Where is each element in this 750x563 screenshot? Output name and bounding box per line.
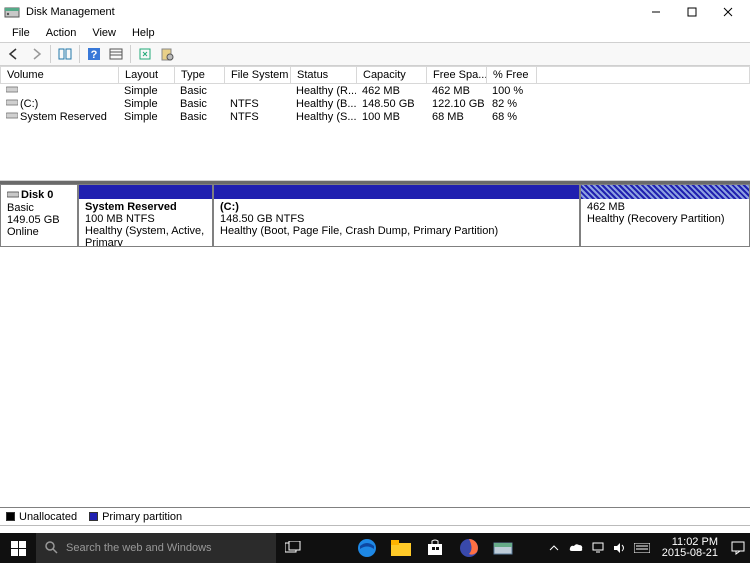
volume-name: System Reserved — [20, 111, 107, 123]
clock[interactable]: 11:02 PM 2015-08-21 — [656, 537, 724, 559]
col-pctfree[interactable]: % Free — [487, 67, 537, 84]
forward-button[interactable] — [26, 44, 46, 64]
store-icon[interactable] — [418, 533, 452, 563]
window-controls — [638, 0, 746, 24]
start-button[interactable] — [0, 533, 36, 563]
col-freespace[interactable]: Free Spa... — [427, 67, 487, 84]
maximize-button[interactable] — [674, 0, 710, 24]
back-button[interactable] — [4, 44, 24, 64]
col-layout[interactable]: Layout — [119, 67, 175, 84]
menu-view[interactable]: View — [84, 25, 124, 41]
disk-header[interactable]: Disk 0 Basic 149.05 GB Online — [0, 184, 78, 247]
table-row[interactable]: Simple Basic Healthy (R... 462 MB 462 MB… — [0, 84, 750, 97]
properties-icon[interactable] — [157, 44, 177, 64]
disk-type: Basic — [7, 202, 71, 214]
partition-system-reserved[interactable]: System Reserved 100 MB NTFS Healthy (Sys… — [78, 184, 213, 247]
tray-chevron-up-icon[interactable] — [546, 540, 562, 556]
task-view-button[interactable] — [276, 533, 310, 563]
col-blank — [537, 67, 750, 84]
action-center-icon[interactable] — [730, 540, 746, 556]
legend-unallocated: Unallocated — [6, 511, 77, 523]
legend: Unallocated Primary partition — [0, 507, 750, 525]
partition-c[interactable]: (C:) 148.50 GB NTFS Healthy (Boot, Page … — [213, 184, 580, 247]
search-box[interactable]: Search the web and Windows — [36, 533, 276, 563]
drive-icon — [6, 84, 20, 97]
disk-map: Disk 0 Basic 149.05 GB Online System Res… — [0, 181, 750, 247]
toolbar-separator — [50, 45, 51, 63]
show-hide-console-icon[interactable] — [55, 44, 75, 64]
window-frame-bottom — [0, 525, 750, 533]
refresh-icon[interactable] — [135, 44, 155, 64]
app-icon — [4, 4, 20, 20]
col-fs[interactable]: File System — [225, 67, 291, 84]
title-bar: Disk Management — [0, 0, 750, 24]
volume-list: Volume Layout Type File System Status Ca… — [0, 66, 750, 181]
disk-label: Disk 0 — [21, 189, 53, 201]
file-explorer-icon[interactable] — [384, 533, 418, 563]
window-title: Disk Management — [26, 6, 638, 18]
volume-name: (C:) — [20, 98, 38, 110]
search-placeholder: Search the web and Windows — [66, 542, 212, 554]
partition-stripe — [581, 185, 749, 199]
disk-size: 149.05 GB — [7, 214, 71, 226]
disk-management-taskbar-icon[interactable] — [486, 533, 520, 563]
menu-action[interactable]: Action — [38, 25, 85, 41]
drive-icon — [6, 110, 20, 123]
toolbar-separator — [130, 45, 131, 63]
tray-network-icon[interactable] — [590, 540, 606, 556]
empty-disk-area — [0, 247, 750, 507]
disk-icon — [7, 189, 19, 202]
toolbar: ? — [0, 42, 750, 66]
col-volume[interactable]: Volume — [1, 67, 119, 84]
clock-date: 2015-08-21 — [662, 548, 718, 559]
firefox-icon[interactable] — [452, 533, 486, 563]
disk-state: Online — [7, 226, 71, 238]
partition-recovery[interactable]: 462 MB Healthy (Recovery Partition) — [580, 184, 750, 247]
col-status[interactable]: Status — [291, 67, 357, 84]
tray-onedrive-icon[interactable] — [568, 540, 584, 556]
tray-keyboard-icon[interactable] — [634, 540, 650, 556]
edge-icon[interactable] — [350, 533, 384, 563]
settings-panel-icon[interactable] — [106, 44, 126, 64]
col-capacity[interactable]: Capacity — [357, 67, 427, 84]
table-header-row: Volume Layout Type File System Status Ca… — [1, 67, 750, 84]
partition-stripe — [79, 185, 212, 199]
col-type[interactable]: Type — [175, 67, 225, 84]
partition-stripe — [214, 185, 579, 199]
menu-bar: File Action View Help — [0, 24, 750, 42]
tray-volume-icon[interactable] — [612, 540, 628, 556]
svg-text:?: ? — [91, 49, 98, 61]
search-icon — [44, 540, 58, 557]
legend-primary: Primary partition — [89, 511, 182, 523]
minimize-button[interactable] — [638, 0, 674, 24]
help-icon[interactable]: ? — [84, 44, 104, 64]
close-button[interactable] — [710, 0, 746, 24]
table-row[interactable]: System Reserved Simple Basic NTFS Health… — [0, 110, 750, 123]
menu-file[interactable]: File — [4, 25, 38, 41]
system-tray: 11:02 PM 2015-08-21 — [542, 537, 750, 559]
toolbar-separator — [79, 45, 80, 63]
menu-help[interactable]: Help — [124, 25, 163, 41]
drive-icon — [6, 97, 20, 110]
taskbar: Search the web and Windows 11:02 PM 2015… — [0, 533, 750, 563]
table-row[interactable]: (C:) Simple Basic NTFS Healthy (B... 148… — [0, 97, 750, 110]
